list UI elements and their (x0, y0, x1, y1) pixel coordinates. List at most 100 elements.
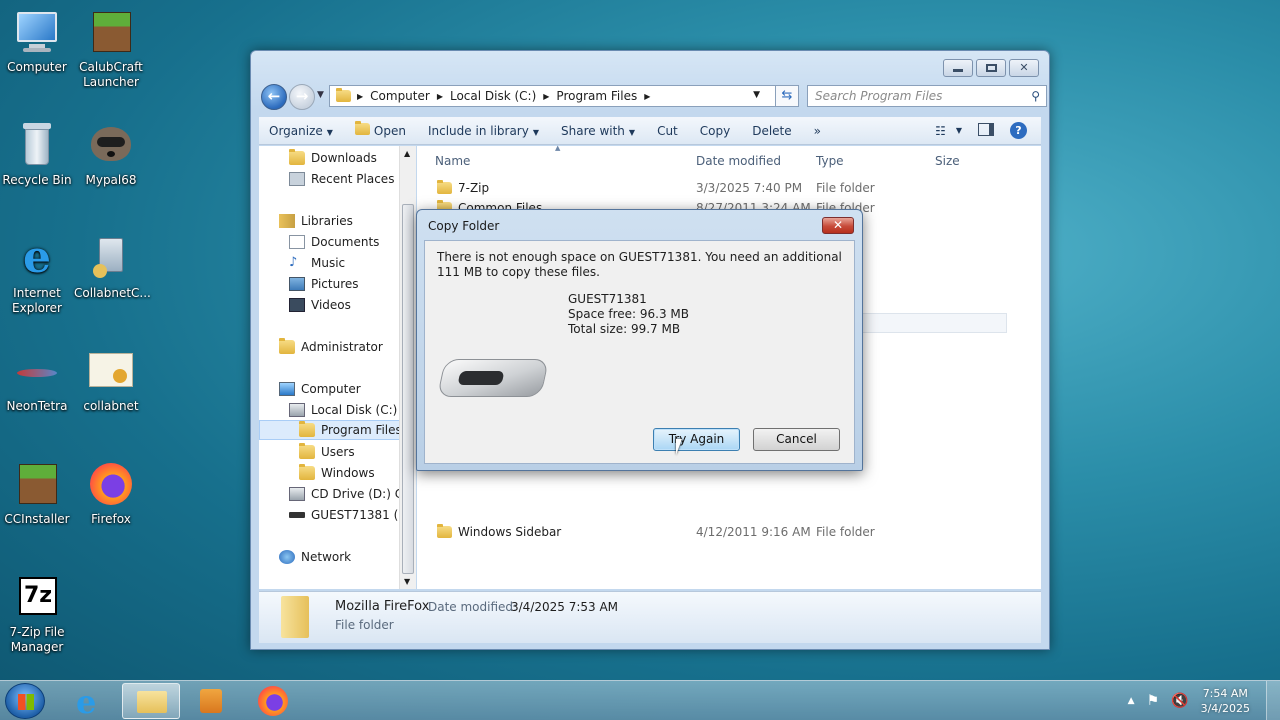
desktop-icon-recycle-bin[interactable]: Recycle Bin (0, 121, 74, 188)
nav-item-local-disk[interactable]: Local Disk (C:) (289, 400, 397, 420)
cut-button[interactable]: Cut (657, 124, 678, 138)
breadcrumb-computer[interactable]: Computer (365, 89, 435, 103)
navigation-pane: Downloads Recent Places Libraries Docume… (259, 146, 411, 589)
mypal-icon (87, 121, 135, 169)
clock-time: 7:54 AM (1202, 687, 1248, 700)
close-window-button[interactable]: ✕ (1009, 59, 1039, 77)
more-commands-button[interactable]: » (814, 124, 821, 138)
scroll-down-icon[interactable]: ▼ (404, 577, 410, 586)
try-again-button[interactable]: Try Again (653, 428, 740, 451)
include-label: Include in library (427, 123, 529, 138)
nav-item-program-files[interactable]: Program Files (259, 420, 411, 440)
file-date: 3/3/2025 7:40 PM (696, 181, 803, 195)
back-button[interactable]: ← (261, 84, 287, 110)
back-arrow-icon: ← (267, 87, 281, 105)
dialog-body: There is not enough space on GUEST71381.… (424, 240, 855, 464)
chevron-right-icon[interactable]: ▶ (541, 92, 551, 101)
nav-item-cd-drive[interactable]: CD Drive (D:) CDI (289, 484, 411, 504)
column-header-date-modified[interactable]: Date modified (696, 154, 781, 168)
taskbar-firefox[interactable] (244, 683, 302, 719)
taskbar-internet-explorer[interactable]: e (62, 683, 120, 720)
nav-item-windows[interactable]: Windows (299, 463, 375, 483)
desktop-icon-neontetra[interactable]: NeonTetra (0, 347, 74, 414)
refresh-button[interactable]: ⇆ (775, 85, 799, 107)
certificate-icon (87, 347, 135, 395)
copy-button[interactable]: Copy (700, 124, 730, 138)
dialog-close-button[interactable]: ✕ (822, 217, 854, 234)
nav-item-recent-places[interactable]: Recent Places (289, 169, 394, 189)
column-header-size[interactable]: Size (935, 154, 960, 168)
help-icon[interactable]: ? (1010, 122, 1027, 139)
folder-icon (137, 691, 167, 713)
volume-muted-icon[interactable]: 🔇 (1171, 693, 1188, 709)
start-button[interactable] (5, 683, 45, 719)
column-header-name[interactable]: Name (435, 154, 470, 168)
address-bar[interactable]: ▶ Computer ▶ Local Disk (C:) ▶ Program F… (329, 85, 793, 107)
nav-item-administrator[interactable]: Administrator (279, 337, 383, 357)
chevron-right-icon[interactable]: ▶ (642, 92, 652, 101)
nav-label: Videos (311, 298, 351, 312)
nav-item-computer[interactable]: Computer (279, 379, 361, 399)
delete-button[interactable]: Delete (752, 124, 791, 138)
search-icon[interactable]: ⚲ (1031, 89, 1040, 103)
desktop-icon-calubcraft-launcher[interactable]: CalubCraft Launcher (74, 8, 148, 90)
minimize-button[interactable] (943, 59, 973, 77)
organize-menu[interactable]: Organize ▼ (269, 124, 333, 138)
nav-item-pictures[interactable]: Pictures (289, 274, 359, 294)
share-with-menu[interactable]: Share with ▼ (561, 124, 635, 138)
internet-explorer-icon: e (23, 232, 51, 283)
file-row[interactable]: 7-Zip 3/3/2025 7:40 PM File folder (437, 179, 875, 197)
scroll-up-icon[interactable]: ▲ (404, 149, 410, 158)
open-label: Open (373, 124, 406, 138)
open-button[interactable]: Open (354, 121, 406, 138)
desktop-icon-computer[interactable]: Computer (0, 8, 74, 75)
search-input[interactable]: Search Program Files ⚲ (807, 85, 1047, 107)
view-options-button[interactable]: ☷ ▼ (935, 124, 962, 138)
address-dropdown-icon[interactable]: ▼ (753, 90, 760, 100)
internet-explorer-icon: e (76, 683, 97, 720)
show-hidden-icons-icon[interactable]: ▲ (1128, 696, 1135, 706)
desktop-icon-label: Launcher (83, 75, 139, 89)
history-dropdown-icon[interactable]: ▼ (317, 90, 324, 100)
taskbar-windows-explorer[interactable] (122, 683, 180, 719)
desktop-icon-ccinstaller[interactable]: CCInstaller (0, 460, 74, 527)
show-desktop-button[interactable] (1266, 681, 1280, 720)
breadcrumb-program-files[interactable]: Program Files (551, 89, 642, 103)
chevron-down-icon: ▼ (628, 127, 636, 137)
chevron-right-icon[interactable]: ▶ (435, 92, 445, 101)
nav-item-documents[interactable]: Documents (289, 232, 379, 252)
desktop-icon-collabnet[interactable]: collabnet (74, 347, 148, 414)
nav-item-videos[interactable]: Videos (289, 295, 351, 315)
desktop-icon-firefox[interactable]: Firefox (74, 460, 148, 527)
breadcrumb-local-disk[interactable]: Local Disk (C:) (445, 89, 541, 103)
action-center-icon[interactable]: ⚑ (1147, 693, 1160, 709)
include-in-library-menu[interactable]: Include in library ▼ (428, 124, 539, 138)
cancel-button[interactable]: Cancel (753, 428, 840, 451)
refresh-icon: ⇆ (781, 88, 793, 103)
desktop-icon-label: Mypal68 (85, 173, 137, 187)
file-row[interactable]: Windows Sidebar 4/12/2011 9:16 AM File f… (437, 523, 875, 541)
clock[interactable]: 7:54 AM 3/4/2025 (1201, 686, 1250, 716)
column-header-type[interactable]: Type (816, 154, 844, 168)
nav-label: Windows (321, 466, 375, 480)
nav-item-guest-drive[interactable]: GUEST71381 (F:) (289, 505, 411, 525)
scrollbar-thumb[interactable] (402, 204, 414, 574)
maximize-button[interactable] (976, 59, 1006, 77)
minecraft-icon (13, 460, 61, 508)
desktop-icon-7zip[interactable]: 7z 7-Zip File Manager (0, 573, 74, 655)
nav-item-libraries[interactable]: Libraries (279, 211, 353, 231)
desktop-icon-internet-explorer[interactable]: e Internet Explorer (0, 234, 74, 316)
navigation-scrollbar[interactable]: ▲ ▼ (399, 146, 416, 589)
desktop-icon-mypal68[interactable]: Mypal68 (74, 121, 148, 188)
nav-item-users[interactable]: Users (299, 442, 355, 462)
dialog-message: There is not enough space on GUEST71381.… (437, 250, 842, 279)
desktop-icon-collabnetc[interactable]: CollabnetC... (74, 234, 151, 301)
taskbar-media-player[interactable] (182, 683, 240, 719)
preview-pane-button[interactable] (978, 122, 994, 139)
nav-item-music[interactable]: ♪ Music (289, 253, 345, 273)
chevron-right-icon[interactable]: ▶ (355, 92, 365, 101)
mouse-cursor-icon (676, 439, 688, 455)
nav-item-downloads[interactable]: Downloads (289, 148, 377, 168)
forward-button[interactable]: → (289, 84, 315, 110)
nav-item-network[interactable]: Network (279, 547, 351, 567)
